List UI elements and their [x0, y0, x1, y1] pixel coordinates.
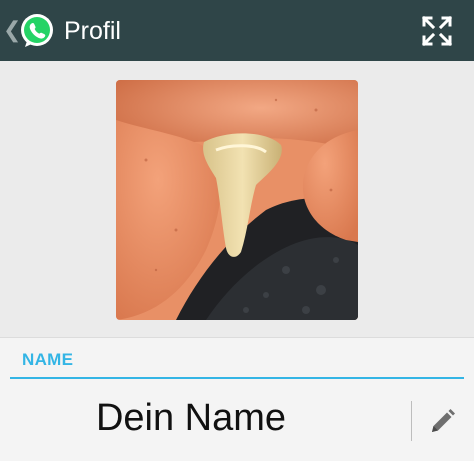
action-bar: ❮ Profil — [0, 0, 474, 61]
name-section-label: NAME — [22, 350, 74, 369]
fullscreen-expand-icon[interactable] — [419, 13, 455, 49]
vertical-divider — [411, 401, 412, 441]
page-title: Profil — [64, 17, 121, 45]
section-divider — [10, 377, 464, 379]
profile-photo[interactable] — [116, 80, 358, 320]
pencil-icon[interactable] — [427, 407, 457, 437]
profile-name: Dein Name — [95, 397, 287, 439]
profile-photo-image — [116, 80, 358, 320]
whatsapp-logo-icon[interactable] — [17, 11, 57, 51]
